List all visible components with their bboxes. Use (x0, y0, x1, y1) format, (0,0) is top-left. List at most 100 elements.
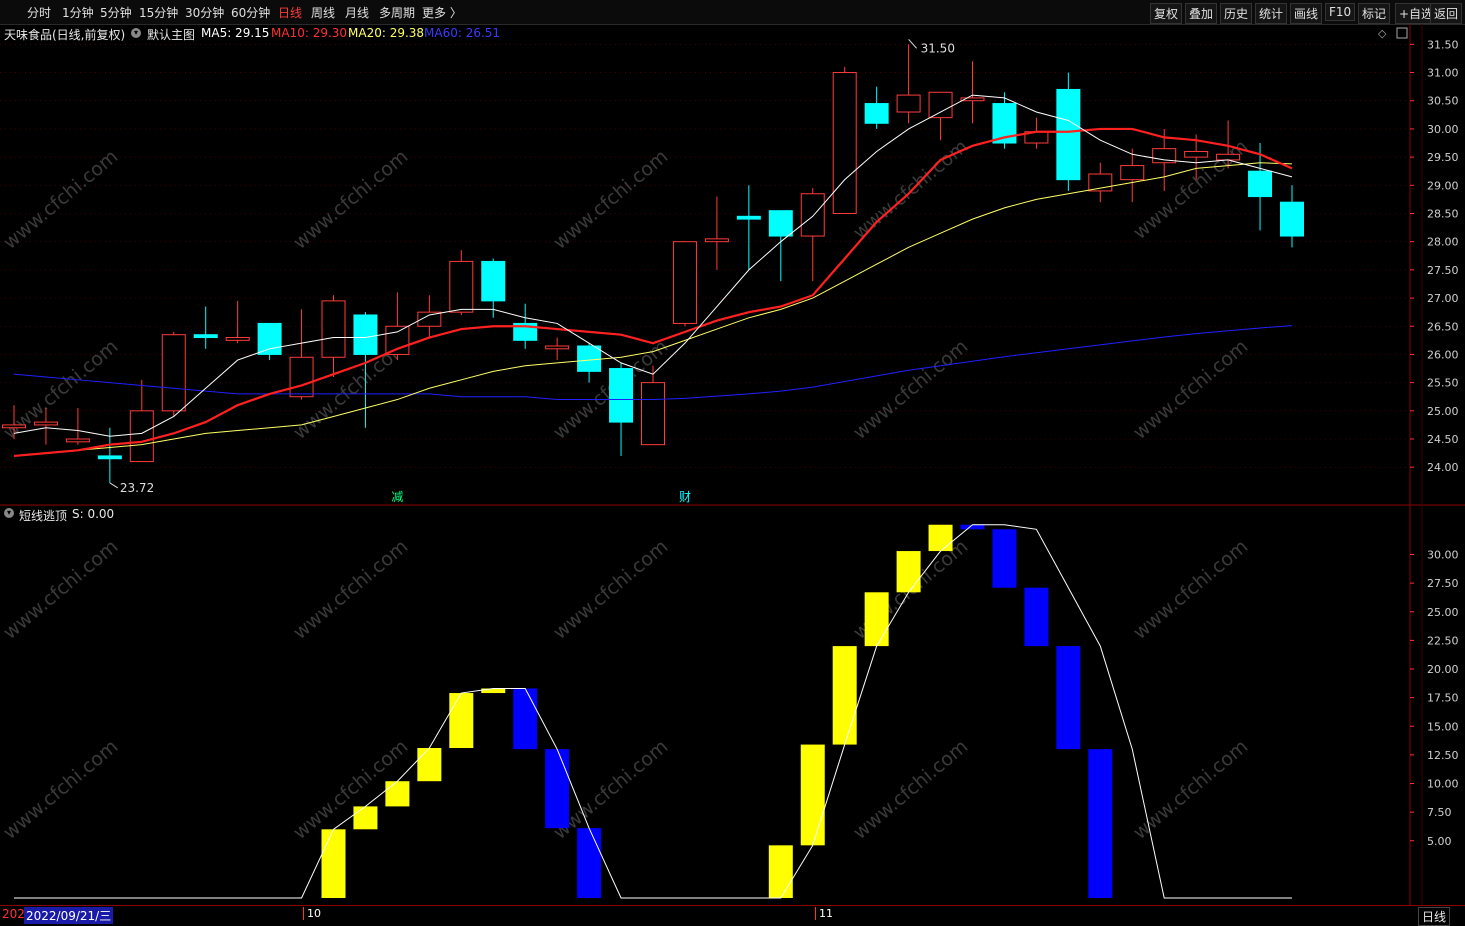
candle-body-up (832, 72, 857, 214)
watermark-text: www.cfchi.com (0, 535, 122, 643)
watermark-text: www.cfchi.com (0, 145, 122, 253)
y-tick-label-main: 31.00 (1427, 67, 1459, 80)
y-tick-label-main: 25.50 (1427, 377, 1459, 390)
watermark-text: www.cfchi.com (0, 735, 122, 843)
y-tick-label-indicator: 5.00 (1427, 835, 1452, 848)
candle-body-up (33, 421, 58, 426)
event-marker-2: 财 (679, 490, 691, 504)
y-tick-label-indicator: 22.50 (1427, 634, 1459, 647)
indicator-bar-down (577, 828, 602, 898)
y-tick-label-main: 25.00 (1427, 405, 1459, 418)
candle-body-up (1184, 150, 1209, 158)
y-tick-label-indicator: 12.50 (1427, 749, 1459, 762)
indicator-bar-up (896, 551, 921, 593)
indicator-bar-up (353, 806, 378, 830)
indicator-bar-down (960, 524, 985, 530)
y-tick-label-main: 27.50 (1427, 264, 1459, 277)
candle-body-up (2, 424, 26, 429)
indicator-bar-up (864, 592, 889, 647)
low-marker-line (109, 482, 119, 489)
y-tick-label-indicator: 30.00 (1427, 549, 1459, 562)
y-tick-label-main: 28.00 (1427, 236, 1459, 249)
indicator-bar-up (832, 646, 857, 745)
indicator-bar-down (545, 749, 570, 829)
date-prefix: 202 (2, 907, 25, 921)
candle-body-down (768, 210, 793, 237)
month-mark-10: 10 (303, 907, 321, 920)
candle-body-up (65, 438, 90, 443)
indicator-bar-up (321, 829, 346, 898)
window-icon (1396, 27, 1408, 39)
candle-body-down (1248, 170, 1273, 198)
watermark-text: www.cfchi.com (1129, 535, 1252, 643)
indicator-bar-down (1024, 587, 1049, 647)
candle-body-up (672, 241, 697, 324)
indicator-bar-up (449, 693, 474, 749)
candle-body-down (577, 345, 602, 372)
candle-body-down (97, 455, 122, 460)
y-tick-label-main: 24.00 (1427, 461, 1459, 474)
y-tick-label-main: 26.50 (1427, 320, 1459, 333)
candle-body-down (736, 215, 761, 220)
indicator-bar-down (992, 529, 1017, 588)
high-price-label: 31.50 (921, 41, 955, 55)
chart-canvas[interactable]: 24.00 24.50 25.00 25.50 26.00 26.50 27.00 27.50… (0, 0, 1465, 923)
indicator-bar-down (513, 688, 538, 750)
candle-body-down (1056, 88, 1081, 181)
candle-body-up (928, 91, 953, 119)
candle-body-up (225, 337, 250, 341)
watermark-text: www.cfchi.com (289, 145, 412, 253)
indicator-bar-up (768, 845, 793, 898)
y-tick-label-indicator: 10.00 (1427, 778, 1459, 791)
y-tick-label-indicator: 17.50 (1427, 692, 1459, 705)
y-tick-label-main: 30.50 (1427, 95, 1459, 108)
candle-body-up (1120, 165, 1145, 181)
candle-body-down (353, 314, 378, 355)
candle-body-up (289, 356, 314, 398)
watermark-text: www.cfchi.com (549, 535, 672, 643)
indicator-bar-up (417, 748, 442, 782)
y-tick-label-main: 27.00 (1427, 292, 1459, 305)
candle-body-down (193, 334, 218, 339)
candle-body-up (449, 260, 474, 313)
candle-body-up (641, 382, 665, 446)
period-label[interactable]: 日线 (1418, 907, 1451, 926)
watermark-text: www.cfchi.com (289, 535, 412, 643)
y-tick-label-main: 28.50 (1427, 207, 1459, 220)
y-tick-label-main: 30.00 (1427, 123, 1459, 136)
candle-body-up (896, 94, 921, 113)
watermark-text: www.cfchi.com (549, 145, 672, 253)
y-tick-label-indicator: 27.50 (1427, 577, 1459, 590)
candle-body-down (481, 260, 506, 302)
candle-body-up (161, 334, 186, 412)
candle-body-down (1280, 201, 1304, 237)
y-tick-label-main: 26.00 (1427, 348, 1459, 361)
y-tick-label-indicator: 15.00 (1427, 720, 1459, 733)
candle-body-up (385, 325, 410, 355)
indicator-bar-down (1088, 749, 1113, 898)
high-marker-line (908, 39, 917, 49)
cursor-date: 2022/09/21/三 (24, 907, 114, 924)
low-price-label: 23.72 (120, 481, 154, 495)
indicator-bar-up (800, 744, 825, 846)
candle-body-up (704, 238, 729, 243)
y-tick-label-indicator: 20.00 (1427, 663, 1459, 676)
indicator-bar-up (385, 781, 410, 807)
candle-body-up (321, 300, 346, 358)
candle-body-up (129, 410, 154, 463)
candle-body-down (609, 368, 634, 423)
event-marker-1: 减 (391, 490, 403, 504)
watermark-text: www.cfchi.com (849, 735, 972, 843)
watermark-text: www.cfchi.com (1129, 735, 1252, 843)
indicator-bar-up (928, 524, 953, 552)
y-tick-label-main: 24.50 (1427, 433, 1459, 446)
date-axis-bar: 202 2022/09/21/三 10 11 日线 (0, 905, 1465, 926)
y-tick-label-indicator: 7.50 (1427, 806, 1452, 819)
candle-body-up (800, 193, 825, 237)
indicator-bar-down (1056, 646, 1081, 750)
watermark-text: www.cfchi.com (1129, 335, 1252, 443)
watermark-text: www.cfchi.com (849, 335, 972, 443)
diamond-icon: ◇ (1378, 27, 1387, 40)
candle-body-up (1216, 153, 1241, 161)
candle-body-up (545, 345, 570, 350)
